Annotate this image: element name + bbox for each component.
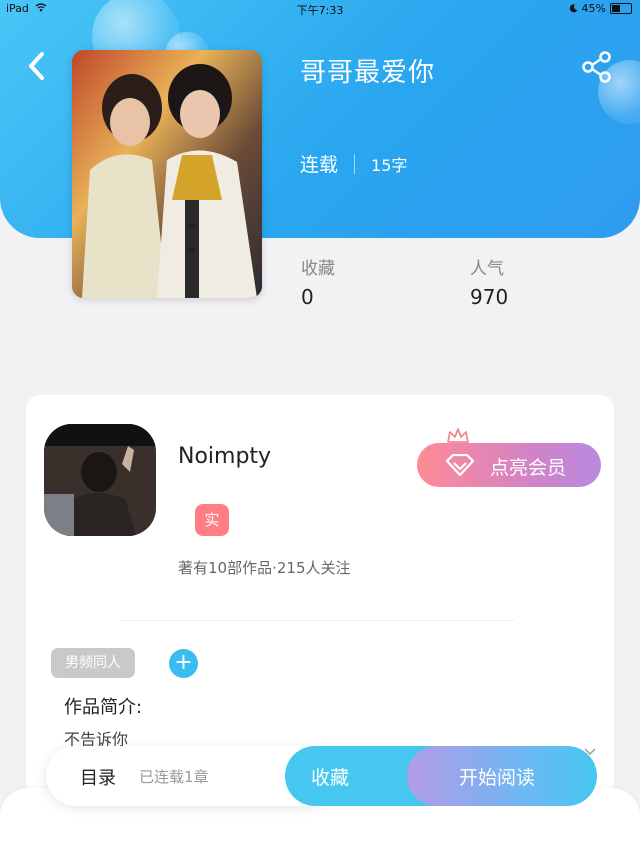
author-name[interactable]: Noimpty — [178, 444, 271, 469]
genre-tag[interactable]: 男频同人 — [51, 648, 135, 678]
clock: 下午7:33 — [296, 4, 344, 17]
moon-icon — [569, 4, 578, 13]
book-meta: 连载 15字 — [300, 150, 407, 177]
verified-badge: 实 — [195, 504, 229, 536]
stat-value: 0 — [301, 285, 314, 309]
battery-icon — [610, 3, 632, 14]
stat-popularity: 人气 970 — [470, 254, 508, 309]
author-meta: 著有10部作品·215人关注 — [178, 559, 351, 577]
avatar-image — [44, 424, 156, 536]
cover-image — [72, 50, 262, 298]
stat-label: 收藏 — [301, 259, 335, 279]
stat-value: 970 — [470, 285, 509, 309]
plus-icon[interactable]: + — [169, 649, 198, 678]
serial-status: 连载 — [300, 154, 339, 176]
meta-divider — [354, 153, 356, 174]
share-icon[interactable] — [580, 50, 614, 84]
author-avatar[interactable] — [44, 424, 156, 536]
chapter-count: 已连载1章 — [139, 768, 209, 786]
start-reading-label: 开始阅读 — [459, 767, 536, 789]
intro-heading: 作品简介: — [64, 697, 143, 718]
vip-button[interactable]: 点亮会员 — [417, 443, 601, 487]
toc-label: 目录 — [80, 768, 116, 789]
back-icon[interactable] — [22, 48, 52, 84]
word-count: 15字 — [371, 155, 408, 175]
start-reading-button[interactable]: 开始阅读 — [407, 746, 597, 806]
vip-button-label: 点亮会员 — [490, 457, 567, 479]
stat-favorites: 收藏 0 — [301, 254, 335, 309]
card-divider — [120, 620, 515, 621]
stat-label: 人气 — [470, 259, 504, 279]
battery-percent: 45% — [581, 2, 606, 15]
favorite-label: 收藏 — [311, 767, 350, 789]
battery-level — [612, 5, 620, 12]
diamond-icon — [445, 454, 475, 476]
status-bar: iPad 下午7:33 45% — [0, 0, 640, 18]
book-cover[interactable] — [72, 50, 262, 298]
status-right: 45% — [569, 2, 632, 15]
book-title: 哥哥最爱你 — [300, 58, 436, 88]
